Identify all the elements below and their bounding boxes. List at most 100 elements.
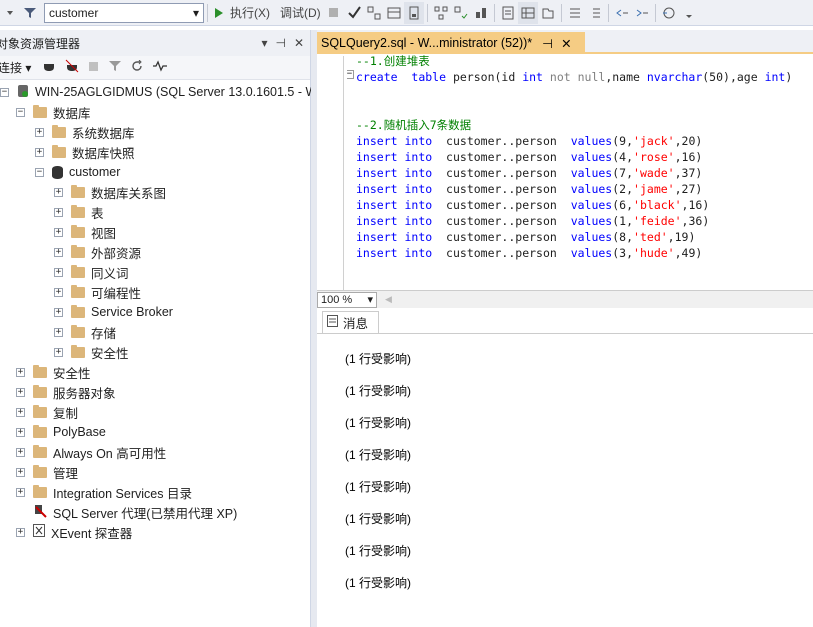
results-to-text-icon[interactable] bbox=[498, 2, 518, 24]
expand-icon[interactable]: + bbox=[54, 267, 63, 277]
refresh-icon[interactable] bbox=[131, 59, 143, 75]
expand-icon[interactable]: + bbox=[16, 447, 25, 457]
expand-icon[interactable]: + bbox=[35, 127, 44, 137]
pin-icon[interactable]: ⊣ bbox=[542, 36, 553, 51]
stop-icon[interactable] bbox=[89, 61, 99, 75]
tree-node-db-security[interactable]: + 安全性 bbox=[54, 342, 129, 362]
tree-node-security[interactable]: + 安全性 bbox=[16, 362, 91, 382]
expand-icon[interactable]: + bbox=[16, 387, 25, 397]
disconnect-icon[interactable] bbox=[65, 59, 79, 76]
code-token: insert bbox=[356, 246, 398, 260]
collapse-icon[interactable]: − bbox=[0, 87, 9, 97]
tree-node-polybase[interactable]: + PolyBase bbox=[16, 422, 106, 442]
intellisense-icon[interactable] bbox=[403, 1, 424, 24]
expand-icon[interactable]: + bbox=[54, 307, 63, 317]
results-icon[interactable] bbox=[384, 2, 404, 24]
expand-icon[interactable]: + bbox=[54, 207, 63, 217]
zoom-select[interactable]: 100 % ▾ bbox=[317, 291, 377, 308]
collapse-icon[interactable]: − bbox=[16, 107, 25, 117]
tree-node-storage[interactable]: + 存储 bbox=[54, 322, 116, 342]
tree-node-service-broker[interactable]: + Service Broker bbox=[54, 302, 173, 322]
tab-title: SQLQuery2.sql - W...ministrator (52))* bbox=[321, 36, 533, 50]
pin-menu-icon[interactable]: ▾ bbox=[261, 36, 267, 50]
expand-icon[interactable]: + bbox=[16, 407, 25, 417]
tree-node-integration-services[interactable]: + Integration Services 目录 bbox=[16, 482, 192, 502]
folder-icon bbox=[52, 124, 66, 138]
check-icon[interactable] bbox=[344, 2, 364, 24]
tree-node-customer[interactable]: − customer bbox=[35, 162, 120, 182]
plan-icon[interactable] bbox=[431, 2, 451, 24]
tree-node-databases[interactable]: − 数据库 bbox=[16, 102, 91, 122]
close-icon[interactable]: ✕ bbox=[294, 36, 304, 50]
code-token: 37 bbox=[681, 166, 696, 180]
live-stats-icon[interactable] bbox=[451, 2, 471, 24]
tree-node-views[interactable]: + 视图 bbox=[54, 222, 116, 242]
pin-icon[interactable]: ⊣ bbox=[275, 36, 285, 50]
tree-node-replication[interactable]: + 复制 bbox=[16, 402, 78, 422]
expand-icon[interactable]: + bbox=[54, 187, 63, 197]
filter-icon[interactable] bbox=[20, 2, 40, 24]
execute-button[interactable]: 执行(X) bbox=[211, 2, 273, 24]
tree-node-always-on[interactable]: + Always On 高可用性 bbox=[16, 442, 166, 462]
code-token: values bbox=[570, 134, 613, 148]
close-icon[interactable]: ✕ bbox=[561, 36, 571, 51]
code-punct: , bbox=[626, 214, 634, 228]
kw-create: create bbox=[356, 70, 398, 84]
tree-node-programmability[interactable]: + 可编程性 bbox=[54, 282, 141, 302]
code-line-insert: insert into customer..person values(4,'r… bbox=[356, 149, 702, 165]
dropdown-arrow-icon[interactable] bbox=[0, 2, 20, 24]
expand-icon[interactable]: + bbox=[16, 467, 25, 477]
specify-values-icon[interactable] bbox=[659, 2, 679, 24]
tree-node-xevent-profiler[interactable]: + XEvent 探查器 bbox=[16, 522, 132, 542]
expand-icon[interactable]: + bbox=[16, 527, 25, 537]
expand-icon[interactable]: + bbox=[54, 227, 63, 237]
tab-sqlquery2[interactable]: SQLQuery2.sql - W...ministrator (52))* ⊣… bbox=[317, 32, 585, 54]
tree-node-server[interactable]: − WIN-25AGLGIDMUS (SQL Server 13.0.1601.5… bbox=[0, 82, 317, 102]
uncomment-icon[interactable] bbox=[585, 2, 605, 24]
expand-icon[interactable]: + bbox=[54, 247, 63, 257]
code-punct: , bbox=[626, 134, 634, 148]
tree-node-system-databases[interactable]: + 系统数据库 bbox=[35, 122, 135, 142]
code-punct: ) bbox=[695, 150, 703, 164]
expand-icon[interactable]: + bbox=[16, 487, 25, 497]
expand-icon[interactable]: + bbox=[54, 327, 63, 337]
client-stats-icon[interactable] bbox=[471, 2, 491, 24]
tree-node-sql-agent[interactable]: SQL Server 代理(已禁用代理 XP) bbox=[33, 502, 237, 522]
tree-node-tables[interactable]: + 表 bbox=[54, 202, 104, 222]
connect-button[interactable]: 连接 ▾ bbox=[0, 59, 31, 76]
expand-icon[interactable]: + bbox=[16, 427, 25, 437]
tree-node-label: 外部资源 bbox=[91, 246, 142, 261]
debug-button[interactable]: 调试(D) bbox=[277, 2, 324, 24]
connect-icon[interactable] bbox=[43, 59, 55, 76]
tree-node-synonyms[interactable]: + 同义词 bbox=[54, 262, 129, 282]
tree-node-server-objects[interactable]: + 服务器对象 bbox=[16, 382, 116, 402]
outdent-icon[interactable] bbox=[612, 2, 632, 24]
query-plan-icon[interactable] bbox=[364, 2, 384, 24]
tree-node-db-diagrams[interactable]: + 数据库关系图 bbox=[54, 182, 166, 202]
tree-node-label: 服务器对象 bbox=[53, 386, 116, 401]
results-to-grid-icon[interactable] bbox=[517, 1, 538, 24]
results-to-file-icon[interactable] bbox=[538, 2, 558, 24]
database-select[interactable]: customer ▾ bbox=[44, 2, 204, 23]
expand-icon[interactable]: + bbox=[35, 147, 44, 157]
code-punct bbox=[432, 134, 446, 148]
activity-monitor-icon[interactable] bbox=[153, 60, 168, 75]
stop-icon[interactable] bbox=[324, 2, 344, 24]
scroll-left-icon[interactable]: ◀ bbox=[385, 294, 392, 305]
expand-icon[interactable]: + bbox=[16, 367, 25, 377]
tab-messages[interactable]: 消息 bbox=[322, 311, 379, 333]
collapse-icon[interactable]: − bbox=[35, 167, 44, 177]
tree-node-management[interactable]: + 管理 bbox=[16, 462, 78, 482]
comment-icon[interactable] bbox=[565, 2, 585, 24]
toolbar-overflow-icon[interactable] bbox=[679, 2, 699, 24]
filter-icon[interactable] bbox=[109, 60, 122, 75]
expand-icon[interactable]: + bbox=[54, 287, 63, 297]
tree-node-database-snapshots[interactable]: + 数据库快照 bbox=[35, 142, 135, 162]
code-punct: , bbox=[626, 246, 634, 260]
query-editor[interactable]: − --1.创建堆表 create table person(id int no… bbox=[317, 54, 813, 290]
code-token: insert bbox=[356, 182, 398, 196]
code-punct: , bbox=[674, 166, 682, 180]
tree-node-external-resources[interactable]: + 外部资源 bbox=[54, 242, 141, 262]
expand-icon[interactable]: + bbox=[54, 347, 63, 357]
indent-icon[interactable] bbox=[632, 2, 652, 24]
